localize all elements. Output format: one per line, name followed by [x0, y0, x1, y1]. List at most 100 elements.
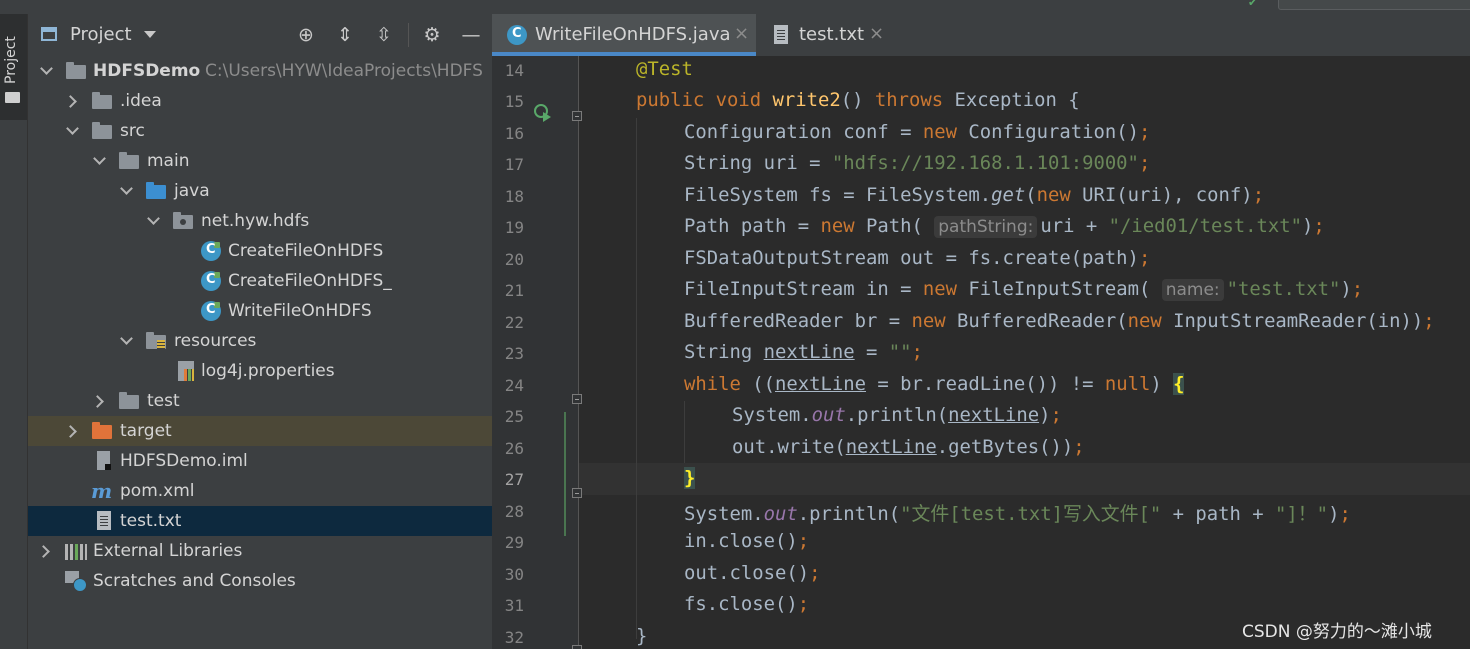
library-icon: [65, 544, 87, 560]
chevron-right-icon[interactable]: [37, 545, 50, 558]
tree-item-label: External Libraries: [93, 541, 243, 561]
code-token: Configuration(): [968, 121, 1139, 143]
gear-icon[interactable]: ⚙: [419, 22, 445, 48]
code-token: "]！": [1275, 503, 1329, 525]
code-token: nextLine: [763, 341, 855, 363]
tree-item-log4j[interactable]: log4j.properties: [28, 356, 492, 386]
code-token: ;: [1050, 404, 1062, 426]
tree-item-writefileonhdfs[interactable]: WriteFileOnHDFS: [28, 296, 492, 326]
tree-item-label: WriteFileOnHDFS: [228, 301, 372, 321]
line-number: 19: [504, 218, 524, 237]
code-token: new: [922, 121, 969, 143]
code-token: .println(: [797, 503, 901, 525]
code-editor[interactable]: WriteFileOnHDFS.java × test.txt × 14 15 …: [492, 14, 1470, 649]
tree-item-idea[interactable]: .idea: [28, 86, 492, 116]
tool-window-bar: Project: [0, 14, 28, 649]
tree-item-hdfsdemo[interactable]: HDFSDemo C:\Users\HYW\IdeaProjects\HDFS: [28, 56, 492, 86]
expand-all-icon[interactable]: ⇕: [332, 22, 358, 48]
code-line-24: while ((nextLine = br.readLine()) != nul…: [684, 373, 1185, 403]
chevron-down-icon[interactable]: [147, 212, 160, 225]
code-token: ;: [1138, 152, 1151, 174]
chevron-right-icon[interactable]: [64, 95, 77, 108]
line-number: 24: [504, 376, 524, 395]
chevron-right-icon[interactable]: [91, 395, 104, 408]
tree-item-src[interactable]: src: [28, 116, 492, 146]
tree-item-java[interactable]: java: [28, 176, 492, 206]
code-token: fs.close(): [684, 593, 798, 615]
module-file-icon: [97, 451, 111, 470]
fold-icon[interactable]: [572, 111, 582, 121]
code-token: null: [1104, 373, 1151, 395]
chevron-down-icon[interactable]: [144, 31, 156, 38]
change-marker: [564, 412, 566, 536]
code-token: FileSystem fs = FileSystem.: [684, 184, 992, 206]
check-icon: ✔: [1248, 0, 1258, 9]
tree-item-test-txt[interactable]: test.txt: [28, 506, 492, 536]
code-token: ): [1301, 215, 1314, 237]
tab-test-txt[interactable]: test.txt ×: [492, 14, 892, 56]
fold-icon[interactable]: [572, 645, 582, 649]
tree-item-test[interactable]: test: [28, 386, 492, 416]
chevron-right-icon[interactable]: [64, 425, 77, 438]
code-line-14: @Test: [636, 58, 693, 88]
code-token: = br.readLine()) !=: [866, 373, 1105, 395]
collapse-all-icon[interactable]: ⇳: [371, 22, 397, 48]
code-token: ;: [1339, 503, 1351, 525]
tree-item-resources[interactable]: resources: [28, 326, 492, 356]
code-area[interactable]: @Test public void write2() throws Except…: [636, 56, 1435, 647]
project-tool-tab[interactable]: Project: [0, 14, 27, 120]
tree-item-external-libraries[interactable]: External Libraries: [28, 536, 492, 566]
tree-item-createfileonhdfs[interactable]: CreateFileOnHDFS: [28, 236, 492, 266]
fold-icon[interactable]: [572, 394, 582, 404]
tree-item-label: CreateFileOnHDFS: [228, 241, 384, 261]
tree-item-iml[interactable]: HDFSDemo.iml: [28, 446, 492, 476]
code-line-32: }: [636, 625, 647, 649]
line-number: 14: [504, 61, 524, 80]
code-line-25: System.out.println(nextLine);: [732, 404, 1062, 434]
run-test-icon[interactable]: [534, 104, 551, 122]
line-number: 22: [504, 313, 524, 332]
folder-icon: [92, 92, 112, 109]
chevron-down-icon[interactable]: [93, 152, 106, 165]
tree-item-pom[interactable]: m pom.xml: [28, 476, 492, 506]
code-line-18: FileSystem fs = FileSystem.get(new URI(u…: [684, 184, 1264, 214]
code-line-15: public void write2() throws Exception {: [636, 89, 1080, 119]
code-token: ;: [1423, 310, 1435, 332]
code-token: String uri =: [684, 152, 832, 174]
toolbar-divider: [408, 23, 409, 47]
tree-item-target[interactable]: target: [28, 416, 492, 446]
search-input[interactable]: [1278, 0, 1470, 10]
tree-item-label: java: [174, 181, 210, 201]
tree-item-scratches[interactable]: Scratches and Consoles: [28, 566, 492, 596]
chevron-down-icon[interactable]: [120, 182, 133, 195]
module-folder-icon: [66, 62, 86, 79]
parameter-hint: pathString:: [934, 216, 1038, 238]
line-number-current: 27: [504, 470, 524, 489]
code-line-19: Path path = new Path( pathString: uri + "…: [684, 215, 1325, 245]
code-token: while: [684, 373, 753, 395]
tree-item-main[interactable]: main: [28, 146, 492, 176]
code-token: ;: [1313, 215, 1325, 237]
tree-item-label: Scratches and Consoles: [93, 571, 296, 591]
code-line-28: System.out.println("文件[test.txt]写入文件[" +…: [684, 499, 1351, 529]
folder-icon: [119, 152, 139, 169]
tab-label: test.txt: [799, 24, 865, 45]
locate-file-icon[interactable]: ⊕: [293, 22, 319, 48]
tree-item-createfileonhdfs-underscore[interactable]: CreateFileOnHDFS_: [28, 266, 492, 296]
tree-item-package[interactable]: net.hyw.hdfs: [28, 206, 492, 236]
code-token: BufferedReader br =: [684, 310, 912, 332]
code-token: new: [911, 310, 957, 332]
fold-icon[interactable]: [572, 488, 582, 498]
chevron-down-icon[interactable]: [40, 62, 53, 75]
code-token: "文件[test.txt]写入文件[": [900, 503, 1162, 525]
code-line-22: BufferedReader br = new BufferedReader(n…: [684, 310, 1435, 340]
chevron-down-icon[interactable]: [66, 122, 79, 135]
package-icon: [173, 212, 193, 229]
hide-panel-icon[interactable]: —: [458, 22, 484, 48]
watermark: CSDN @努力的～滩小城: [1242, 622, 1432, 642]
line-number: 23: [504, 344, 524, 363]
close-icon[interactable]: ×: [869, 23, 884, 44]
chevron-down-icon[interactable]: [120, 332, 133, 345]
project-view-selector[interactable]: Project: [70, 24, 132, 45]
code-token: .println(: [845, 404, 949, 426]
